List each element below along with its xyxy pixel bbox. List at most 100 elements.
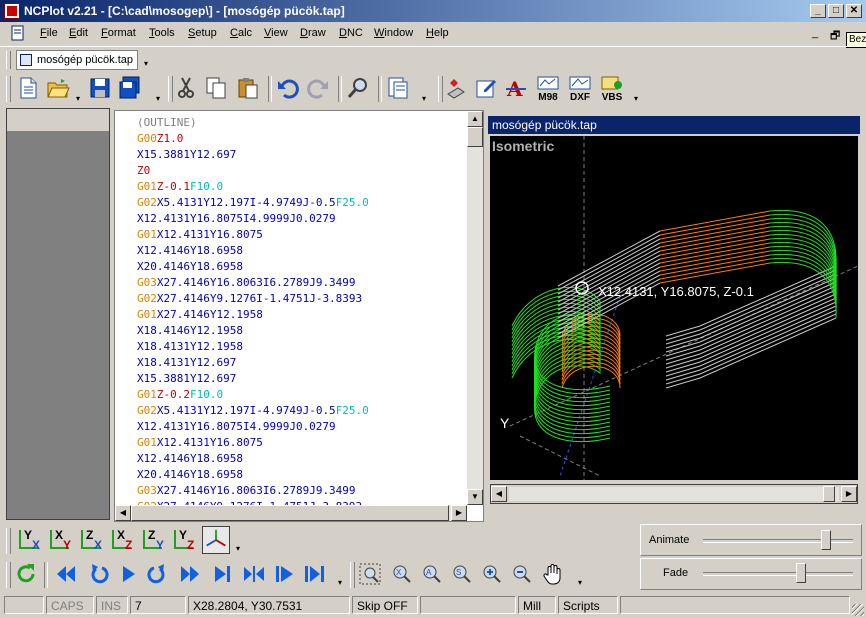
menu-file[interactable]: File bbox=[40, 27, 58, 39]
backplot-icon[interactable] bbox=[444, 76, 468, 100]
backplot-scrollbar[interactable]: ◀ ▶ bbox=[490, 484, 858, 504]
fade-slider-track[interactable] bbox=[703, 572, 853, 576]
code-line[interactable]: X15.3881Y12.697 bbox=[137, 147, 369, 163]
maximize-button[interactable]: □ bbox=[828, 4, 844, 18]
isometric-view-icon[interactable] bbox=[202, 526, 230, 554]
toolbar-chevron-icon[interactable]: ▾ bbox=[154, 95, 162, 103]
text-icon[interactable]: A bbox=[504, 76, 528, 100]
backplot-title-bar[interactable]: mosógép pücök.tap bbox=[488, 116, 860, 134]
zoom-window-icon[interactable] bbox=[358, 562, 382, 586]
end-icon[interactable] bbox=[302, 562, 326, 586]
code-line[interactable]: G02X27.4146Y9.1276I-1.4751J-3.8393 bbox=[137, 291, 369, 307]
save-all-icon[interactable] bbox=[118, 76, 142, 100]
code-line[interactable]: X20.4146Y18.6958 bbox=[137, 259, 369, 275]
step-backward-frame-icon[interactable] bbox=[242, 562, 266, 586]
vbs-button[interactable]: VBS bbox=[598, 76, 626, 103]
code-line[interactable]: Z0 bbox=[137, 163, 369, 179]
editor-vertical-scrollbar[interactable]: ▲ ▼ bbox=[467, 111, 483, 505]
document-tab[interactable]: mosógép pücök.tap bbox=[16, 50, 138, 70]
toolbar-grip[interactable] bbox=[6, 528, 11, 554]
view-plane-button[interactable]: XY bbox=[47, 528, 75, 552]
code-line[interactable]: X18.4131Y12.1958 bbox=[137, 339, 369, 355]
code-editor[interactable]: (OUTLINE) G00Z1.0 X15.3881Y12.697 Z0 G01Z-0.… bbox=[114, 110, 484, 522]
app-icon[interactable] bbox=[4, 3, 20, 19]
zoom-out-icon[interactable] bbox=[510, 562, 534, 586]
scroll-left-button[interactable]: ◀ bbox=[491, 486, 507, 502]
view-plane-button[interactable]: ZX bbox=[78, 528, 106, 552]
close-button[interactable]: ✕ bbox=[846, 4, 862, 18]
fade-slider-thumb[interactable] bbox=[795, 563, 806, 583]
zoom-all-icon[interactable]: A bbox=[420, 562, 444, 586]
mdi-minimize-icon[interactable]: _ bbox=[812, 27, 818, 39]
code-line[interactable]: (OUTLINE) bbox=[137, 115, 369, 131]
toolbar-grip[interactable] bbox=[6, 76, 11, 102]
toolbar-grip[interactable] bbox=[6, 562, 11, 588]
view-plane-button[interactable]: YX bbox=[16, 528, 44, 552]
scroll-track[interactable] bbox=[509, 487, 839, 501]
code-line[interactable]: G02X5.4131Y12.197I-4.9749J-0.5F25.0 bbox=[137, 403, 369, 419]
resize-grip-icon[interactable] bbox=[852, 604, 864, 616]
toolbar-grip[interactable] bbox=[168, 76, 173, 102]
mdi-restore-icon[interactable]: 🗗 bbox=[830, 27, 840, 46]
scroll-down-button[interactable]: ▼ bbox=[467, 489, 483, 505]
save-icon[interactable] bbox=[88, 76, 112, 100]
menu-draw[interactable]: Draw bbox=[300, 27, 326, 39]
code-line[interactable]: G01X27.4146Y12.1958 bbox=[137, 307, 369, 323]
toolpath-plot[interactable]: Isometric X12.4131, Y16.8075, Z-0.1 Y bbox=[490, 136, 858, 480]
pan-hand-icon[interactable] bbox=[542, 562, 566, 586]
code-line[interactable]: G02X5.4131Y12.197I-4.9749J-0.5F25.0 bbox=[137, 195, 369, 211]
toolbar-chevron-icon[interactable]: ▾ bbox=[336, 579, 344, 587]
toolbar-chevron-icon[interactable]: ▾ bbox=[576, 579, 584, 587]
step-back-icon[interactable] bbox=[86, 562, 110, 586]
code-line[interactable]: X18.4131Y12.697 bbox=[137, 355, 369, 371]
toolbar-chevron-icon[interactable]: ▾ bbox=[234, 545, 242, 553]
menu-tools[interactable]: Tools bbox=[149, 27, 175, 39]
tabbar-grip[interactable] bbox=[6, 51, 11, 69]
menu-view[interactable]: View bbox=[264, 27, 288, 39]
code-line[interactable]: G00Z1.0 bbox=[137, 131, 369, 147]
open-folder-icon[interactable] bbox=[46, 76, 70, 100]
toolbar-chevron-icon[interactable]: ▾ bbox=[632, 95, 640, 103]
code-line[interactable]: G01Z-0.1F10.0 bbox=[137, 179, 369, 195]
code-line[interactable]: G01Z-0.2F10.0 bbox=[137, 387, 369, 403]
dxf-button[interactable]: DXF bbox=[566, 76, 594, 103]
zoom-extents-icon[interactable]: X bbox=[390, 562, 414, 586]
code-line[interactable]: X12.4131Y16.8075I4.9999J0.0279 bbox=[137, 419, 369, 435]
menu-window[interactable]: Window bbox=[374, 27, 413, 39]
zoom-selection-icon[interactable]: S bbox=[450, 562, 474, 586]
editor-horizontal-scrollbar[interactable]: ◀ ▶ bbox=[115, 505, 467, 521]
menu-dnc[interactable]: DNC bbox=[339, 27, 363, 39]
scroll-right-button[interactable]: ▶ bbox=[451, 505, 467, 521]
zoom-in-icon[interactable] bbox=[480, 562, 504, 586]
properties-icon[interactable] bbox=[386, 76, 410, 100]
view-plane-button[interactable]: ZY bbox=[140, 528, 168, 552]
hscroll-thumb[interactable] bbox=[823, 486, 835, 502]
edit-document-icon[interactable] bbox=[474, 76, 498, 100]
code-line[interactable]: X15.3881Y12.697 bbox=[137, 371, 369, 387]
fast-forward-icon[interactable] bbox=[178, 562, 202, 586]
cut-icon[interactable] bbox=[174, 76, 198, 100]
scroll-up-button[interactable]: ▲ bbox=[467, 111, 483, 127]
step-forward-frame-icon[interactable] bbox=[272, 562, 296, 586]
menu-format[interactable]: Format bbox=[101, 27, 136, 39]
undo-icon[interactable] bbox=[276, 76, 300, 100]
menu-edit[interactable]: Edit bbox=[69, 27, 88, 39]
backplot-canvas[interactable]: Isometric X12.4131, Y16.8075, Z-0.1 Y bbox=[490, 136, 858, 480]
tabbar-chevron-icon[interactable]: ▾ bbox=[142, 60, 150, 68]
hscroll-thumb[interactable] bbox=[131, 505, 449, 521]
toolbar-chevron-icon[interactable]: ▾ bbox=[420, 95, 428, 103]
code-line[interactable]: G01X12.4131Y16.8075 bbox=[137, 227, 369, 243]
code-line[interactable]: X18.4146Y12.1958 bbox=[137, 323, 369, 339]
open-dropdown-icon[interactable]: ▾ bbox=[74, 95, 82, 103]
menu-calc[interactable]: Calc bbox=[230, 27, 252, 39]
scroll-left-button[interactable]: ◀ bbox=[115, 505, 131, 521]
scroll-thumb[interactable] bbox=[467, 127, 483, 147]
code-line[interactable]: X12.4146Y18.6958 bbox=[137, 243, 369, 259]
skip-end-icon[interactable] bbox=[210, 562, 234, 586]
copy-icon[interactable] bbox=[204, 76, 228, 100]
animate-slider-thumb[interactable] bbox=[821, 530, 831, 550]
view-plane-button[interactable]: YZ bbox=[171, 528, 199, 552]
find-icon[interactable] bbox=[346, 76, 370, 100]
play-icon[interactable] bbox=[116, 562, 140, 586]
code-line[interactable]: G01X12.4131Y16.8075 bbox=[137, 435, 369, 451]
